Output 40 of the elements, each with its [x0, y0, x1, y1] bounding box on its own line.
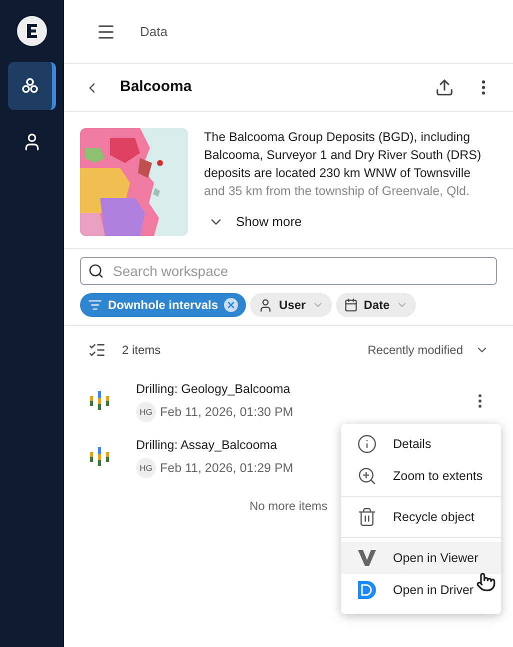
item-name[interactable]: Drilling: Geology_Balcooma — [136, 380, 294, 398]
search-field[interactable]: Search workspace — [80, 257, 497, 285]
upload-icon[interactable] — [435, 78, 454, 97]
page-title: Data — [140, 22, 168, 41]
description-text: Balcooma, Surveyor 1 and Dry River South (DRS) — [204, 147, 482, 164]
info-icon — [357, 434, 377, 454]
description-text: deposits are located 230 km WNW of Townsville — [204, 165, 472, 182]
description-text: The Balcooma Group Deposits (BGD), including — [204, 129, 472, 146]
menu-item[interactable]: Recycle object — [341, 501, 501, 533]
workspace-title: Balcooma — [120, 77, 192, 98]
sort-dropdown[interactable]: Recently modified — [368, 340, 489, 358]
modified-date: Feb 11, 2026, 01:29 PM — [160, 460, 294, 477]
v-logo-icon — [358, 550, 376, 566]
drillhole-icon — [88, 391, 112, 411]
drillhole-icon — [88, 447, 112, 467]
description-text: and 35 km from the township of Greenvale, Qld. — [204, 183, 470, 200]
filter-chip[interactable]: Date — [336, 293, 416, 317]
user-icon — [258, 298, 274, 312]
menu-item[interactable]: Open in Viewer — [341, 542, 501, 574]
calendar-icon — [344, 298, 358, 312]
filter-chip[interactable]: User — [250, 293, 332, 317]
trash-icon — [357, 507, 377, 527]
modified-date: Feb 11, 2026, 01:30 PM — [160, 404, 294, 421]
d-logo-icon — [358, 581, 376, 599]
item-count: 2 items — [122, 342, 161, 358]
list-end-text: No more items — [249, 498, 328, 515]
search-icon — [88, 263, 104, 279]
nav-item[interactable] — [8, 62, 56, 110]
filter-chip[interactable]: Downhole intervals — [80, 293, 246, 317]
show-more-button[interactable]: Show more — [208, 212, 482, 232]
cursor-icon — [476, 572, 496, 592]
logo-icon — [17, 16, 47, 46]
clear-icon[interactable] — [224, 298, 238, 312]
user-avatar: HG — [136, 402, 156, 422]
item-name[interactable]: Drilling: Assay_Balcooma — [136, 436, 294, 454]
user-avatar: HG — [136, 458, 156, 478]
zoom-in-icon — [357, 466, 377, 486]
menu-item[interactable]: Zoom to extents — [341, 460, 501, 492]
filter-icon — [88, 298, 102, 312]
menu-item[interactable]: Details — [341, 428, 501, 460]
